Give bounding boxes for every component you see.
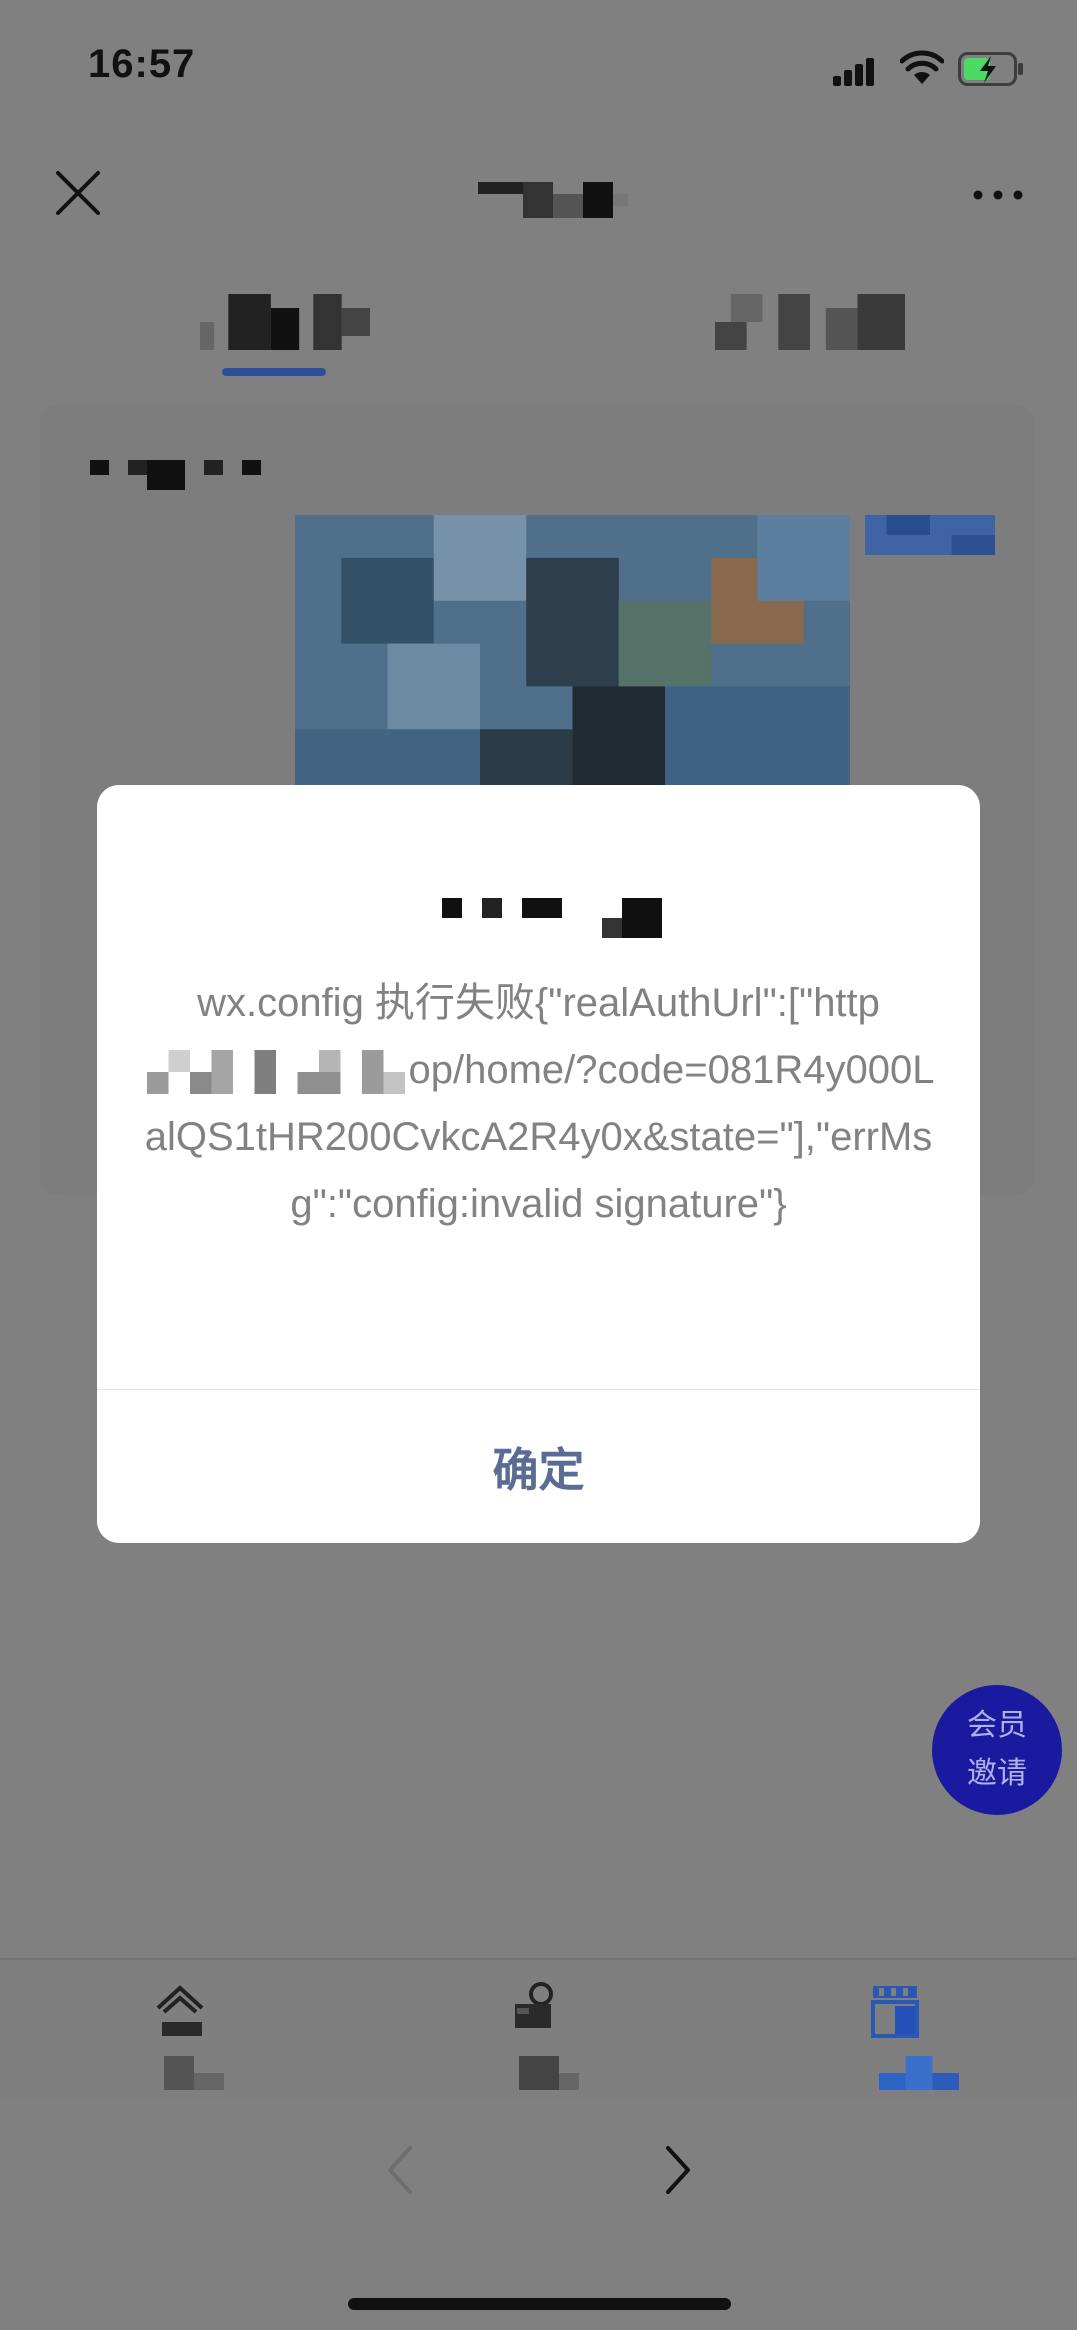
tabbar-item-home[interactable] [150, 1980, 260, 2090]
status-bar: 16:57 [0, 0, 1077, 130]
tabbar-label-active-redacted [879, 2056, 959, 2090]
card-image-redacted [295, 515, 850, 815]
tabbar-item-active[interactable] [865, 1980, 975, 2090]
card-heading-redacted [90, 460, 261, 490]
tab-right-redacted[interactable] [715, 294, 905, 350]
member-invite-button[interactable]: 会员 邀请 [932, 1685, 1062, 1815]
browser-toolbar [0, 2100, 1077, 2330]
more-icon[interactable] [968, 180, 1028, 210]
tabbar-label-middle-redacted [519, 2056, 579, 2090]
close-icon[interactable] [50, 165, 106, 221]
dialog-message: wx.config 执行失败{"realAuthUrl":["http op/h… [137, 970, 940, 1238]
camera-icon [515, 1982, 553, 2028]
tabbar-item-middle[interactable] [505, 1980, 615, 2090]
clapperboard-icon [871, 1986, 919, 2038]
invite-line-1: 会员 [967, 1708, 1027, 1743]
alert-dialog: wx.config 执行失败{"realAuthUrl":["http op/h… [97, 785, 980, 1543]
home-icon [156, 1985, 204, 2036]
confirm-button[interactable]: 确定 [97, 1390, 980, 1543]
dialog-title-redacted [442, 898, 662, 938]
page-title-redacted [478, 182, 628, 218]
active-tab-indicator [222, 368, 326, 376]
dialog-message-part-1: wx.config 执行失败{"realAuthUrl":["http [197, 981, 880, 1025]
chevron-right-icon[interactable] [658, 2140, 698, 2200]
redacted-url-segment [146, 1050, 405, 1095]
chevron-left-icon[interactable] [380, 2140, 420, 2200]
card-tag-redacted [865, 515, 995, 555]
home-indicator[interactable] [348, 2298, 731, 2310]
invite-line-2: 邀请 [967, 1756, 1027, 1791]
cellular-signal-icon [833, 58, 874, 86]
wifi-icon [900, 50, 944, 84]
status-time: 16:57 [88, 42, 196, 86]
bottom-tab-bar [0, 1958, 1077, 2100]
tabbar-label-home-redacted [164, 2056, 224, 2090]
battery-charging-icon [958, 52, 1023, 86]
tab-left-redacted[interactable] [200, 294, 370, 350]
nav-bar [0, 130, 1077, 250]
tab-bar-top [0, 280, 1077, 390]
